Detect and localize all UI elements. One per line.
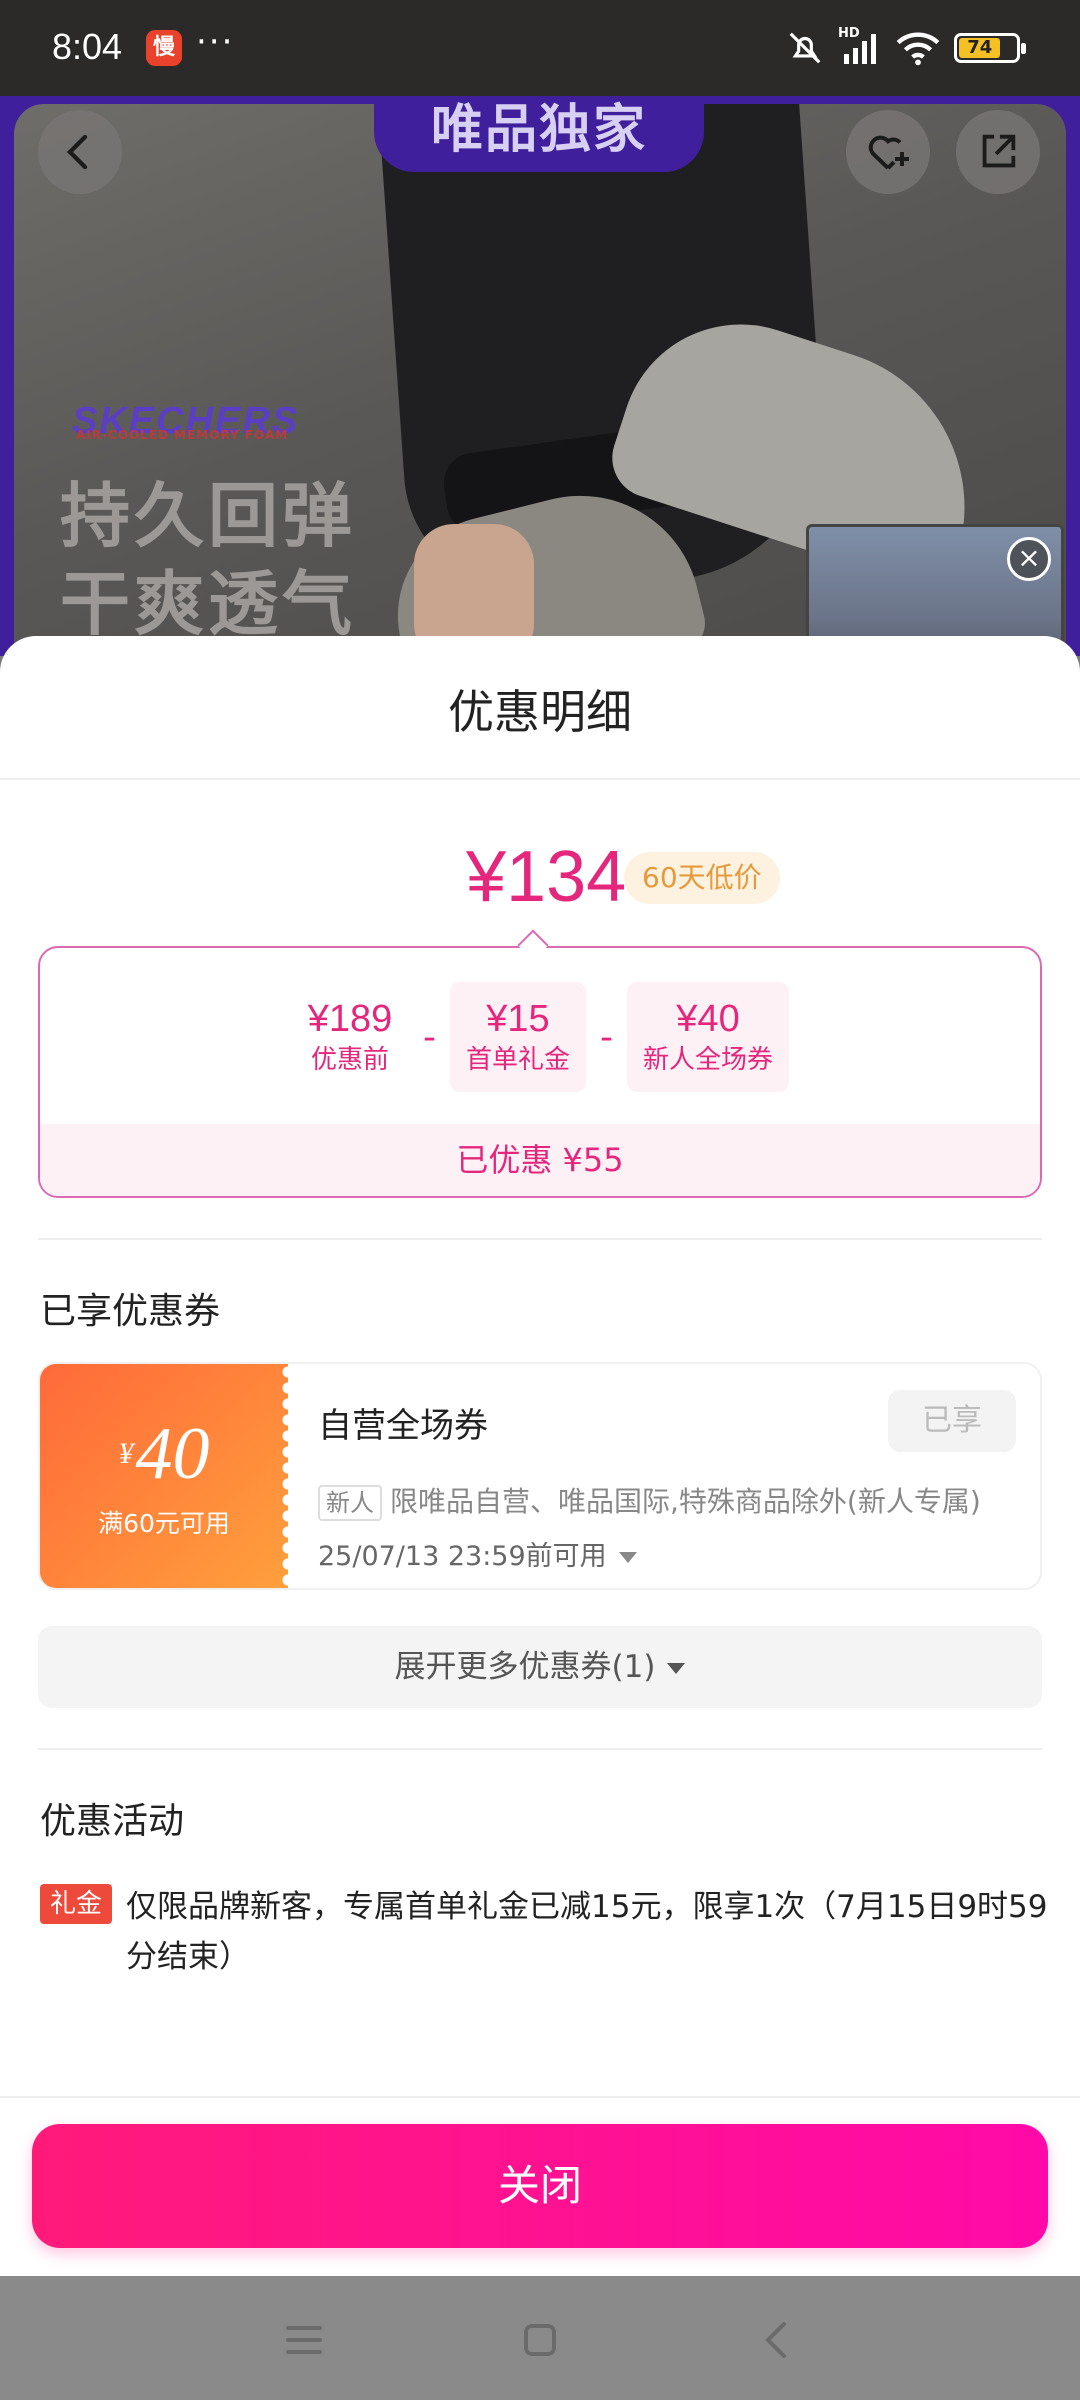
app-notification-icon: 慢	[146, 30, 182, 66]
coupon-description: 新人 限唯品自营、唯品国际,特殊商品除外(新人专属)	[318, 1480, 1018, 1521]
breakdown-label: 新人全场券	[643, 1045, 774, 1075]
coupon-amount: ¥40	[40, 1414, 288, 1494]
newbie-tag: 新人	[318, 1485, 382, 1521]
favorite-button[interactable]	[846, 110, 930, 194]
coupon-amount-value: 40	[135, 1413, 210, 1495]
coupon-condition: 满60元可用	[98, 1509, 230, 1538]
nav-back-button[interactable]	[748, 2312, 804, 2368]
status-icons: HD 74	[786, 26, 1026, 68]
share-icon	[982, 134, 1016, 168]
close-icon[interactable]: ×	[1007, 537, 1051, 581]
breakdown-coupon: ¥40 新人全场券	[627, 982, 790, 1092]
coupon-value-panel: ¥40 满60元可用	[40, 1364, 294, 1588]
brand-subtitle: AIR-COOLED MEMORY FOAM	[76, 428, 289, 442]
coupon-card[interactable]: ¥40 满60元可用 自营全场券 已享 新人 限唯品自营、唯品国际,特殊商品除外(…	[38, 1362, 1042, 1590]
promo-text: 仅限品牌新客，专属首单礼金已减15元，限享1次（7月15日9时59分结束）	[126, 1889, 1048, 1975]
coupon-currency: ¥	[118, 1437, 134, 1470]
status-bar: 8:04 慢 ··· HD 74	[0, 0, 1080, 96]
coupon-rules: 限唯品自营、唯品国际,特殊商品除外(新人专属)	[390, 1485, 981, 1518]
product-slogan: 持久回弹 干爽透气	[60, 472, 356, 648]
nav-menu-button[interactable]	[276, 2312, 332, 2368]
breakdown-original: ¥189 优惠前	[291, 982, 409, 1092]
coupons-section-title: 已享优惠券	[40, 1291, 221, 1332]
exclusive-banner: 唯品独家	[374, 96, 704, 172]
promo-section-title: 优惠活动	[40, 1801, 185, 1842]
gift-money-tag: 礼金	[40, 1884, 113, 1924]
heart-plus-icon	[868, 135, 909, 170]
coupon-expiry-text: 25/07/13 23:59前可用	[318, 1541, 607, 1572]
coupon-expiry[interactable]: 25/07/13 23:59前可用	[318, 1534, 637, 1573]
close-button[interactable]: 关闭	[32, 2124, 1048, 2248]
divider	[0, 778, 1080, 780]
minus-sign: -	[600, 1016, 613, 1058]
price-breakdown: ¥189 优惠前 - ¥15 首单礼金 - ¥40 新人全场券 已优惠 ¥55	[38, 946, 1042, 1198]
navigation-bar	[0, 2276, 1080, 2400]
divider	[0, 2096, 1080, 2098]
expand-coupons-button[interactable]: 展开更多优惠券(1)	[38, 1626, 1042, 1708]
slogan-line-1: 持久回弹	[60, 475, 356, 557]
share-button[interactable]	[956, 110, 1040, 194]
sheet-title: 优惠明细	[448, 685, 632, 739]
menu-icon	[286, 2326, 322, 2354]
breakdown-row: ¥189 优惠前 - ¥15 首单礼金 - ¥40 新人全场券	[40, 982, 1040, 1092]
discount-detail-sheet: 优惠明细 ¥134 60天低价 ¥189 优惠前 - ¥15 首单礼金 - ¥4…	[0, 636, 1080, 2276]
product-hero: SKECHERS AIR-COOLED MEMORY FOAM 持久回弹 干爽透…	[0, 96, 1080, 656]
chevron-left-icon	[66, 134, 88, 170]
breakdown-value: ¥40	[676, 998, 740, 1040]
nav-home-button[interactable]	[512, 2312, 568, 2368]
divider	[38, 1238, 1042, 1240]
signal-icon: HD	[838, 26, 882, 66]
divider	[38, 1748, 1042, 1750]
coupon-claimed-button[interactable]: 已享	[888, 1390, 1016, 1452]
home-icon	[524, 2324, 556, 2356]
breakdown-label: 优惠前	[310, 1045, 389, 1075]
coupon-name: 自营全场券	[318, 1406, 488, 1446]
minus-sign: -	[422, 1016, 436, 1058]
breakdown-gift: ¥15 首单礼金	[449, 982, 586, 1092]
breakdown-value: ¥189	[307, 998, 393, 1040]
slogan-line-2: 干爽透气	[60, 563, 356, 645]
wifi-icon	[896, 32, 940, 66]
back-icon	[765, 2322, 786, 2358]
chevron-down-icon	[618, 1552, 637, 1563]
battery-level: 74	[959, 38, 1001, 58]
status-time: 8:04	[52, 26, 123, 67]
breakdown-label: 首单礼金	[465, 1045, 570, 1075]
low-price-tag: 60天低价	[624, 852, 780, 904]
total-saved: 已优惠 ¥55	[40, 1124, 1040, 1196]
final-price: ¥134	[466, 837, 627, 917]
more-notifications-icon: ···	[196, 22, 235, 62]
battery-icon: 74	[954, 33, 1026, 63]
breakdown-value: ¥15	[486, 998, 550, 1040]
expand-coupons-label: 展开更多优惠券(1)	[394, 1649, 656, 1685]
chevron-down-icon	[667, 1663, 686, 1674]
back-button[interactable]	[38, 110, 122, 194]
mute-bell-icon	[789, 32, 821, 64]
